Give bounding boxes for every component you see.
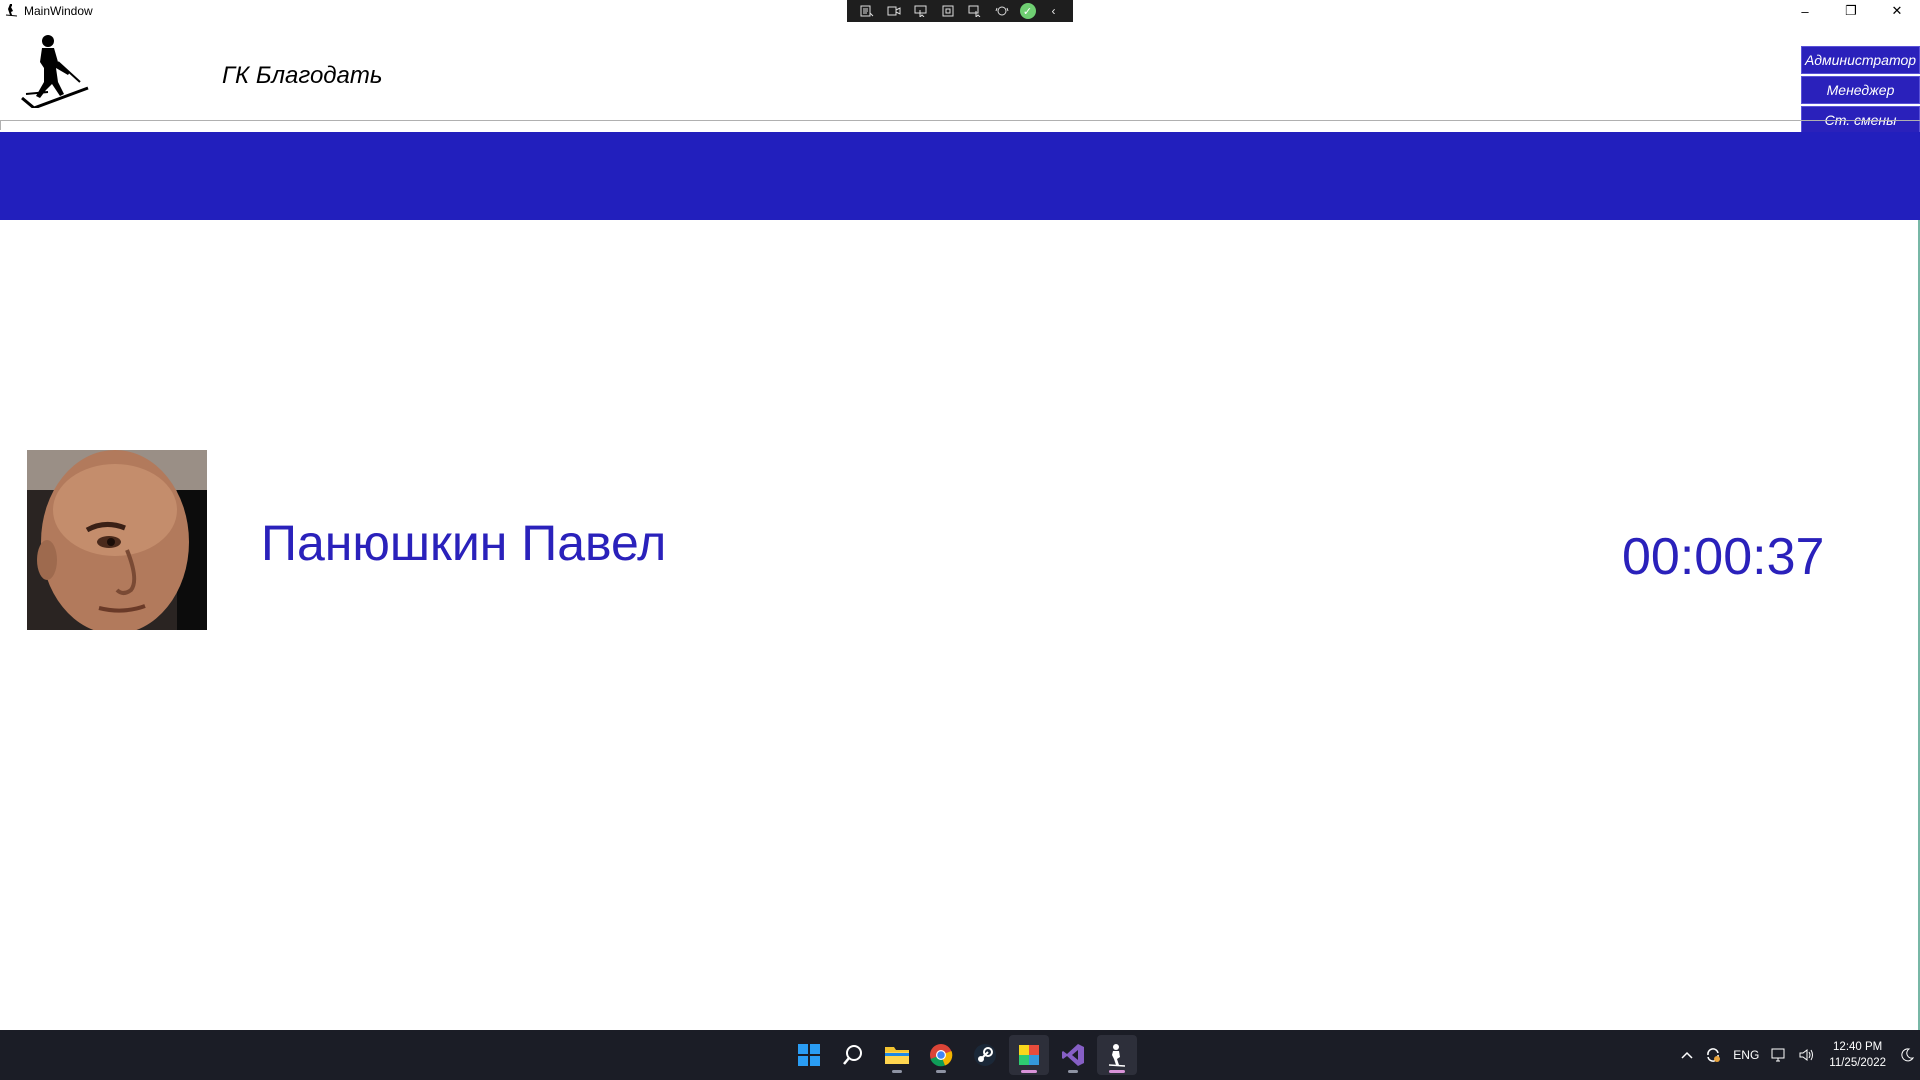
active-indicator <box>1109 1070 1125 1073</box>
session-timer: 00:00:37 <box>1622 528 1825 586</box>
design-app-button[interactable] <box>1009 1035 1049 1075</box>
sync-icon <box>1707 1048 1721 1062</box>
hot-reload-icon[interactable] <box>993 3 1011 19</box>
chevron-up-icon <box>1681 1051 1693 1059</box>
visual-studio-button[interactable] <box>1053 1035 1093 1075</box>
search-icon <box>843 1045 862 1065</box>
moon-icon <box>1901 1048 1914 1062</box>
collapse-toolbar-icon[interactable]: ‹ <box>1045 3 1063 19</box>
network-icon <box>1771 1048 1785 1062</box>
select-element-icon[interactable] <box>912 3 930 19</box>
xaml-debug-toolbar: ✓ ‹ <box>847 0 1073 22</box>
folder-icon <box>885 1047 909 1064</box>
clock-date: 11/25/2022 <box>1829 1057 1886 1069</box>
chrome-icon <box>930 1044 953 1067</box>
skier-app-icon <box>1108 1044 1126 1067</box>
windows-icon <box>798 1044 820 1066</box>
steam-button[interactable] <box>965 1035 1005 1075</box>
running-indicator <box>892 1070 902 1073</box>
volume-icon <box>1799 1049 1814 1061</box>
language-indicator[interactable]: ENG <box>1727 1048 1765 1062</box>
skier-app-icon <box>5 4 18 17</box>
company-name: ГК Благодать <box>222 62 383 89</box>
running-indicator <box>1068 1070 1078 1073</box>
start-button[interactable] <box>789 1035 829 1075</box>
system-tray: ENG 12:40 PM 11/25/2022 <box>1675 1030 1920 1080</box>
active-indicator <box>1021 1070 1037 1073</box>
employee-name: Панюшкин Павел <box>261 515 667 571</box>
header-divider <box>0 120 1920 130</box>
file-explorer-button[interactable] <box>877 1035 917 1075</box>
header: ГК Благодать Администратор Менеджер Ст. … <box>0 22 1920 134</box>
taskbar: ENG 12:40 PM 11/25/2022 <box>0 1030 1920 1080</box>
skier-logo <box>21 35 89 108</box>
network-tray-button[interactable] <box>1765 1048 1793 1062</box>
record-icon[interactable] <box>885 3 903 19</box>
blue-banner <box>0 132 1920 220</box>
clock[interactable]: 12:40 PM 11/25/2022 <box>1821 1039 1894 1071</box>
running-indicator <box>936 1070 946 1073</box>
clock-time: 12:40 PM <box>1833 1041 1883 1053</box>
window-controls: – ❐ ✕ <box>1782 0 1920 22</box>
checkmark-icon[interactable]: ✓ <box>1019 3 1036 19</box>
layout-adorners-icon[interactable] <box>939 3 957 19</box>
minimize-button[interactable]: – <box>1782 0 1828 22</box>
notifications-button[interactable] <box>1894 1048 1920 1062</box>
visual-studio-icon <box>1062 1044 1084 1066</box>
role-button-administrator[interactable]: Администратор <box>1801 46 1920 74</box>
design-app-icon <box>1019 1045 1039 1065</box>
chrome-button[interactable] <box>921 1035 961 1075</box>
close-button[interactable]: ✕ <box>1874 0 1920 22</box>
steam-icon <box>974 1044 996 1066</box>
employee-photo <box>27 450 207 630</box>
restore-button[interactable]: ❐ <box>1828 0 1874 22</box>
window-title: MainWindow <box>24 4 93 18</box>
live-visual-tree-icon[interactable] <box>858 3 876 19</box>
running-app-button[interactable] <box>1097 1035 1137 1075</box>
role-button-manager[interactable]: Менеджер <box>1801 76 1920 104</box>
volume-tray-button[interactable] <box>1793 1048 1821 1062</box>
taskbar-apps <box>789 1035 1137 1075</box>
show-hidden-icons-button[interactable] <box>1675 1051 1699 1059</box>
sync-tray-button[interactable] <box>1699 1047 1727 1063</box>
search-button[interactable] <box>833 1035 873 1075</box>
track-focus-icon[interactable] <box>966 3 984 19</box>
